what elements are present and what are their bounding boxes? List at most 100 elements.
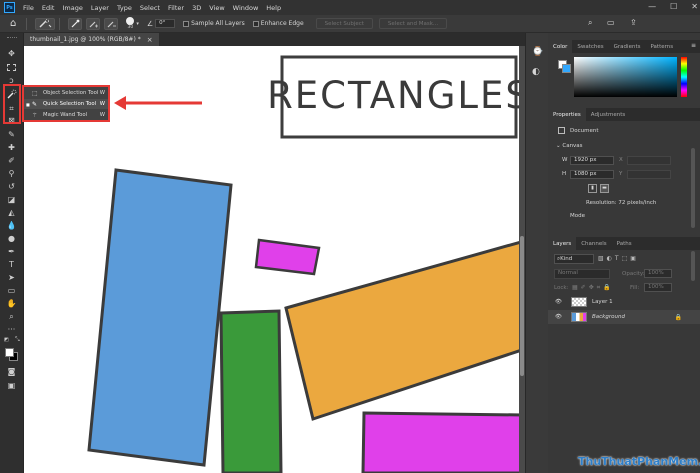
foreground-color-swatch[interactable]	[5, 348, 14, 357]
y-field[interactable]	[627, 170, 671, 179]
hand-tool-icon[interactable]: ✋	[5, 298, 18, 309]
tab-paths[interactable]: Paths	[612, 237, 637, 250]
tab-channels[interactable]: Channels	[576, 237, 611, 250]
menu-view[interactable]: View	[205, 4, 228, 12]
maximize-icon[interactable]: ☐	[670, 2, 677, 11]
portrait-orientation-button[interactable]: ▮	[588, 184, 597, 193]
angle-field[interactable]: 0°	[155, 19, 176, 28]
screen-mode-icon[interactable]: ▣	[5, 380, 18, 391]
brush-picker[interactable]: 30	[126, 17, 135, 30]
close-window-icon[interactable]: ✕	[691, 2, 698, 11]
right-panels: Color Swatches Gradients Patterns ≡ Prop…	[548, 33, 700, 473]
tab-properties[interactable]: Properties	[548, 108, 586, 121]
path-selection-tool-icon[interactable]: ➤	[5, 272, 18, 283]
new-selection-button[interactable]	[68, 17, 83, 30]
flyout-item-magic-wand[interactable]: ⚚ Magic Wand Tool W	[24, 110, 108, 120]
type-tool-icon[interactable]: T	[5, 259, 18, 270]
select-and-mask-button[interactable]: Select and Mask...	[378, 18, 448, 29]
menu-type[interactable]: Type	[113, 4, 136, 12]
hue-slider[interactable]	[681, 57, 687, 97]
scrollbar-thumb[interactable]	[520, 236, 524, 376]
window-controls: — ☐ ✕	[648, 2, 698, 11]
eyedropper-tool-icon[interactable]: ✎	[5, 129, 18, 140]
document-tab[interactable]: thumbnail_1.jpg @ 100% (RGB/8#) * ×	[24, 33, 159, 46]
properties-panel-tabs: Properties Adjustments	[548, 108, 700, 121]
lock-icon: 🔒	[674, 313, 682, 321]
menu-filter[interactable]: Filter	[164, 4, 188, 12]
menu-image[interactable]: Image	[58, 4, 86, 12]
visibility-eye-icon[interactable]: 👁	[555, 314, 565, 320]
flyout-item-quick-selection[interactable]: ■ ✎ Quick Selection Tool W	[24, 99, 108, 109]
history-panel-icon[interactable]: ⌚	[532, 47, 543, 57]
select-subject-button[interactable]: Select Subject	[315, 18, 373, 29]
layer-filter-icons[interactable]: ▧◐T⬚▣	[598, 255, 639, 262]
home-icon[interactable]: ⌂	[10, 18, 16, 29]
magenta-bottom-rectangle	[361, 411, 523, 473]
lock-icons[interactable]: ▦✐✥⌗🔒	[572, 284, 614, 292]
layer-row[interactable]: 👁 Background 🔒	[548, 310, 700, 324]
tab-patterns[interactable]: Patterns	[645, 40, 678, 53]
more-tools-icon[interactable]: ···	[5, 324, 18, 335]
paint-bucket-tool-icon[interactable]: ◭	[5, 207, 18, 218]
color-field[interactable]	[574, 57, 677, 97]
pen-tool-icon[interactable]: ✒	[5, 246, 18, 257]
tab-color[interactable]: Color	[548, 40, 573, 53]
adjustments-panel-icon[interactable]: ◐	[532, 67, 540, 77]
sample-all-layers-checkbox[interactable]	[183, 20, 190, 27]
layers-scrollbar[interactable]	[691, 251, 695, 281]
zoom-tool-icon[interactable]: ⌕	[5, 311, 18, 322]
height-field[interactable]: 1080 px	[570, 170, 614, 179]
fill-field[interactable]: 100%	[644, 283, 672, 292]
opacity-field[interactable]: 100%	[644, 269, 672, 278]
visibility-eye-icon[interactable]: 👁	[555, 299, 565, 305]
dodge-tool-icon[interactable]: ●	[5, 233, 18, 244]
quick-mask-icon[interactable]: ◙	[5, 366, 18, 377]
healing-brush-tool-icon[interactable]: ✚	[5, 142, 18, 153]
move-tool-icon[interactable]: ✥	[5, 48, 18, 59]
menu-window[interactable]: Window	[229, 4, 263, 12]
clone-stamp-tool-icon[interactable]: ⚲	[5, 168, 18, 179]
menu-help[interactable]: Help	[262, 4, 285, 12]
panel-menu-icon[interactable]: ≡	[691, 42, 696, 49]
canvas-section-title[interactable]: ⌄ Canvas	[556, 143, 583, 149]
flyout-shortcut: W	[99, 90, 105, 96]
brush-dropdown-icon[interactable]: ▾	[136, 21, 139, 27]
flyout-item-object-selection[interactable]: ⬚ Object Selection Tool W	[24, 88, 108, 98]
marquee-tool-icon[interactable]	[5, 62, 18, 73]
options-bar: ⌂ 30 ▾ ∠ 0° Sample All Layers Enhance Ed…	[0, 15, 700, 33]
eraser-tool-icon[interactable]: ◪	[5, 194, 18, 205]
rectangle-tool-icon[interactable]: ▭	[5, 285, 18, 296]
menu-select[interactable]: Select	[136, 4, 164, 12]
minimize-icon[interactable]: —	[648, 2, 656, 11]
properties-scrollbar[interactable]	[691, 148, 695, 228]
menu-layer[interactable]: Layer	[87, 4, 113, 12]
brush-tool-icon[interactable]: ✐	[5, 155, 18, 166]
x-field[interactable]	[627, 156, 671, 165]
landscape-orientation-button[interactable]: ▬	[600, 184, 609, 193]
menu-3d[interactable]: 3D	[188, 4, 205, 12]
history-brush-tool-icon[interactable]: ↺	[5, 181, 18, 192]
subtract-from-selection-button[interactable]	[104, 17, 119, 30]
bg-color-chip[interactable]	[562, 64, 571, 73]
share-icon[interactable]: ⇪	[630, 18, 637, 27]
width-field[interactable]: 1920 px	[570, 156, 614, 165]
lock-label: Lock:	[554, 285, 569, 291]
tab-adjustments[interactable]: Adjustments	[586, 108, 630, 121]
default-colors-icon[interactable]: ◩	[4, 337, 9, 343]
search-icon[interactable]: ⌕	[588, 18, 592, 28]
tab-gradients[interactable]: Gradients	[609, 40, 646, 53]
layer-row[interactable]: 👁 Layer 1	[548, 295, 700, 309]
tool-preset-picker[interactable]	[35, 17, 56, 30]
close-tab-icon[interactable]: ×	[147, 36, 153, 44]
swap-colors-icon[interactable]: ⤡	[15, 336, 20, 344]
blur-tool-icon[interactable]: 💧	[5, 220, 18, 231]
layer-filter-dropdown[interactable]: ⌕ Kind	[554, 254, 594, 264]
enhance-edge-checkbox[interactable]	[252, 20, 259, 27]
blend-mode-select[interactable]: Normal	[554, 269, 610, 279]
menu-edit[interactable]: Edit	[38, 4, 59, 12]
tab-swatches[interactable]: Swatches	[572, 40, 608, 53]
add-to-selection-button[interactable]	[86, 17, 101, 30]
tab-layers[interactable]: Layers	[548, 237, 577, 250]
menu-file[interactable]: File	[19, 4, 38, 12]
workspace-icon[interactable]: ▭	[607, 18, 615, 27]
